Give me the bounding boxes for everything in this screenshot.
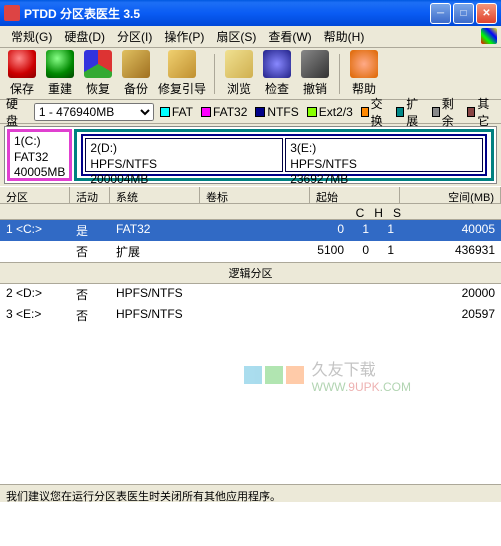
rebuild-icon bbox=[46, 50, 74, 78]
toolbar-separator bbox=[214, 54, 215, 94]
undo-button[interactable]: 撤销 bbox=[299, 50, 331, 97]
fixboot-button[interactable]: 修复引导 bbox=[158, 50, 206, 97]
rebuild-button[interactable]: 重建 bbox=[44, 50, 76, 97]
menu-partition[interactable]: 分区(I) bbox=[112, 26, 157, 47]
menu-general[interactable]: 常规(G) bbox=[6, 26, 57, 47]
save-icon bbox=[8, 50, 36, 78]
fixboot-icon bbox=[168, 50, 196, 78]
partition-c[interactable]: 1(C:)FAT3240005MB bbox=[7, 129, 72, 181]
backup-button[interactable]: 备份 bbox=[120, 50, 152, 97]
browse-button[interactable]: 浏览 bbox=[223, 50, 255, 97]
logical-title: 逻辑分区 bbox=[0, 262, 501, 284]
toolbar-separator bbox=[339, 54, 340, 94]
titlebar: PTDD 分区表医生 3.5 ─ □ ✕ bbox=[0, 0, 501, 26]
maximize-button[interactable]: □ bbox=[453, 3, 474, 24]
disk-selector-bar: 硬盘 1 - 476940MB FAT FAT32 NTFS Ext2/3 交换… bbox=[0, 100, 501, 124]
window-title: PTDD 分区表医生 3.5 bbox=[24, 5, 430, 22]
partition-d[interactable]: 2(D:)HPFS/NTFS200004MB bbox=[85, 138, 283, 172]
disk-label: 硬盘 bbox=[6, 95, 28, 129]
menu-disk[interactable]: 硬盘(D) bbox=[59, 26, 110, 47]
table-row[interactable]: 否 扩展 5100 0 1 436931 bbox=[0, 241, 501, 262]
app-icon bbox=[4, 5, 20, 21]
toolbar: 保存 重建 恢复 备份 修复引导 浏览 检查 撤销 帮助 bbox=[0, 48, 501, 100]
windows-logo-icon bbox=[481, 28, 497, 44]
check-icon bbox=[263, 50, 291, 78]
disk-map: 1(C:)FAT3240005MB 2(D:)HPFS/NTFS200004MB… bbox=[4, 126, 497, 184]
menu-view[interactable]: 查看(W) bbox=[263, 26, 316, 47]
restore-icon bbox=[84, 50, 112, 78]
table-subheader: C H S bbox=[0, 204, 501, 220]
extended-partition[interactable]: 2(D:)HPFS/NTFS200004MB 3(E:)HPFS/NTFS236… bbox=[74, 129, 494, 181]
status-bar: 我们建议您在运行分区表医生时关闭所有其他应用程序。 bbox=[0, 484, 501, 502]
help-icon bbox=[350, 50, 378, 78]
partition-e[interactable]: 3(E:)HPFS/NTFS236927MB bbox=[285, 138, 483, 172]
undo-icon bbox=[301, 50, 329, 78]
menubar: 常规(G) 硬盘(D) 分区(I) 操作(P) 扇区(S) 查看(W) 帮助(H… bbox=[0, 26, 501, 48]
save-button[interactable]: 保存 bbox=[6, 50, 38, 97]
menu-sector[interactable]: 扇区(S) bbox=[211, 26, 261, 47]
table-row[interactable]: 2 <D:> 否 HPFS/NTFS 20000 bbox=[0, 284, 501, 305]
legend: FAT FAT32 NTFS Ext2/3 交换 扩展 剩余 其它 bbox=[160, 95, 495, 129]
minimize-button[interactable]: ─ bbox=[430, 3, 451, 24]
table-header: 分区 活动 系统 卷标 起始 空间(MB) bbox=[0, 186, 501, 204]
browse-icon bbox=[225, 50, 253, 78]
main-area: 久友下载 WWW.9UPK.COM bbox=[0, 326, 501, 546]
help-button[interactable]: 帮助 bbox=[348, 50, 380, 97]
disk-select[interactable]: 1 - 476940MB bbox=[34, 103, 154, 121]
watermark: 久友下载 WWW.9UPK.COM bbox=[244, 356, 411, 394]
menu-operation[interactable]: 操作(P) bbox=[159, 26, 209, 47]
menu-help[interactable]: 帮助(H) bbox=[319, 26, 370, 47]
check-button[interactable]: 检查 bbox=[261, 50, 293, 97]
logical-rows: 2 <D:> 否 HPFS/NTFS 20000 3 <E:> 否 HPFS/N… bbox=[0, 284, 501, 326]
close-button[interactable]: ✕ bbox=[476, 3, 497, 24]
primary-rows: 1 <C:> 是 FAT32 0 1 1 40005 否 扩展 5100 0 1… bbox=[0, 220, 501, 262]
table-row[interactable]: 1 <C:> 是 FAT32 0 1 1 40005 bbox=[0, 220, 501, 241]
table-row[interactable]: 3 <E:> 否 HPFS/NTFS 20597 bbox=[0, 305, 501, 326]
restore-button[interactable]: 恢复 bbox=[82, 50, 114, 97]
backup-icon bbox=[122, 50, 150, 78]
